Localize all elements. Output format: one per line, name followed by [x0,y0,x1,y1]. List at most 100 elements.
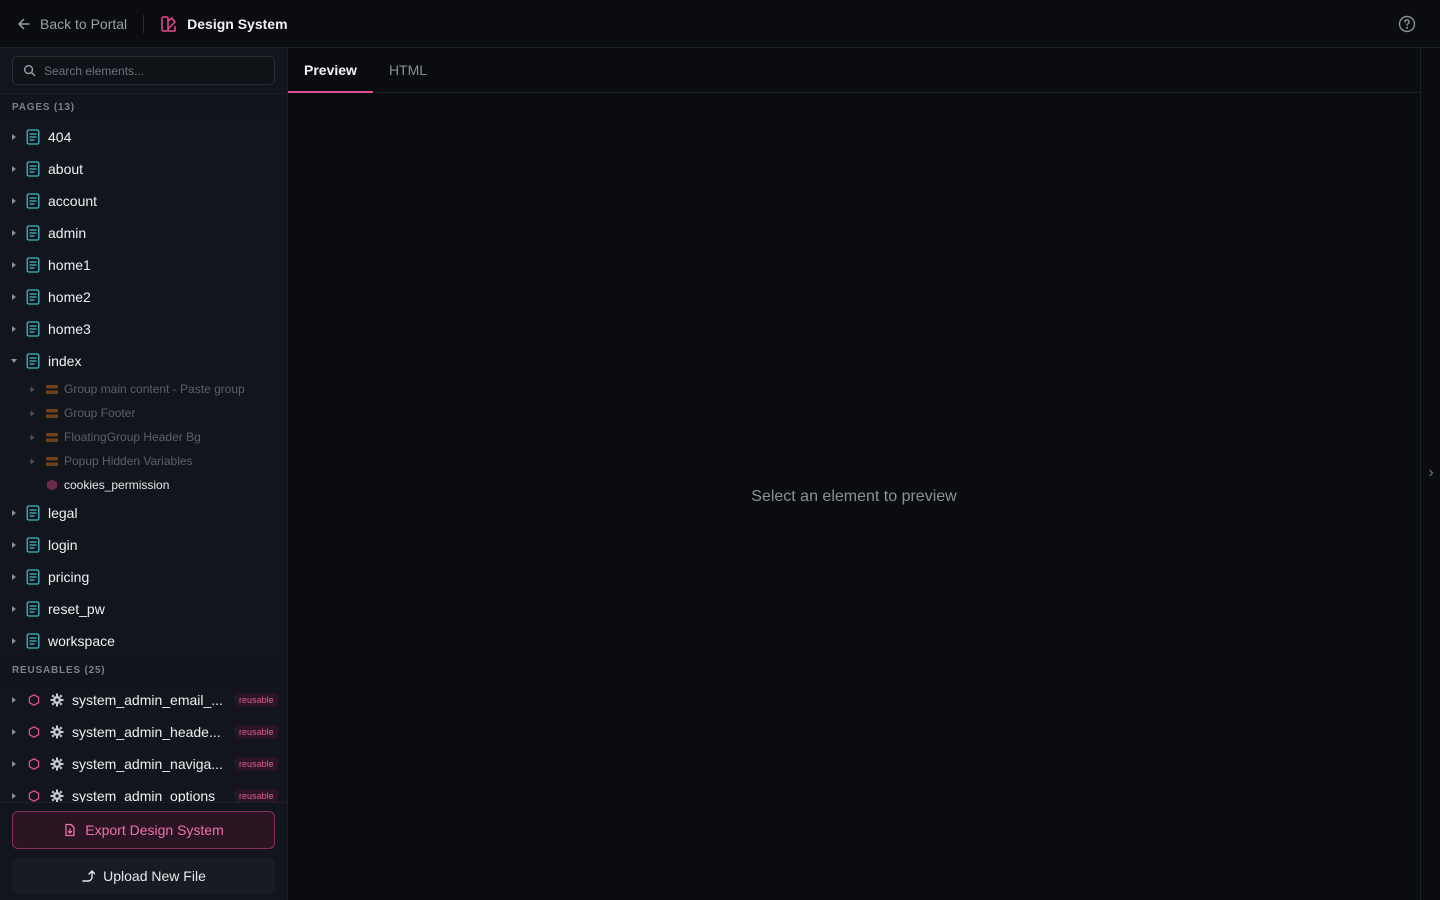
reusable-item-label: system_admin_options [72,788,216,802]
help-icon[interactable] [1398,15,1416,33]
arrow-left-icon [18,18,30,29]
chevron-right-icon[interactable] [10,541,18,549]
page-item-label: index [48,353,82,369]
page-item[interactable]: home1 [0,249,287,281]
chevron-right-icon[interactable] [10,325,18,333]
page-icon [26,193,40,209]
page-item-label: login [48,537,78,553]
chevron-right-icon[interactable] [10,605,18,613]
search-area [0,48,287,94]
page-icon [26,289,40,305]
chevron-right-icon[interactable] [10,792,18,800]
reusable-badge: reusable [235,693,278,707]
gear-icon [50,757,64,771]
chevron-down-icon[interactable] [10,357,18,365]
page-icon [26,505,40,521]
page-item[interactable]: home3 [0,313,287,345]
chevron-right-icon[interactable] [10,133,18,141]
group-item[interactable]: FloatingGroup Header Bg [0,425,287,449]
group-item[interactable]: Group Footer [0,401,287,425]
reusable-item-label: system_admin_email_... [72,692,223,708]
file-export-icon [65,823,75,837]
search-input[interactable] [44,63,254,78]
page-item[interactable]: legal [0,497,287,529]
page-icon [26,129,40,145]
chevron-right-icon[interactable] [10,165,18,173]
group-item-label: Popup Hidden Variables [64,454,193,468]
group-icon [46,408,58,418]
chevron-right-icon[interactable] [10,197,18,205]
reusable-badge: reusable [235,789,278,802]
group-item-label: Group main content - Paste group [64,382,245,396]
page-item[interactable]: home2 [0,281,287,313]
chevron-right-icon[interactable] [10,573,18,581]
chevron-right-icon[interactable] [29,458,36,465]
divider [143,14,145,33]
tab-html[interactable]: HTML [373,47,443,92]
hexagon-icon [28,694,40,706]
page-icon [26,161,40,177]
page-item-label: account [48,193,98,209]
group-item[interactable]: Group main content - Paste group [0,377,287,401]
preview-tabs: Preview HTML [288,48,1420,93]
page-item[interactable]: login [0,529,287,561]
app-brand: Design System [160,15,288,33]
page-icon [26,537,40,553]
chevron-right-icon[interactable] [10,261,18,269]
page-item[interactable]: account [0,185,287,217]
page-item-label: workspace [48,633,115,649]
group-item-label: FloatingGroup Header Bg [64,430,201,444]
page-item-label: 404 [48,129,72,145]
chevron-right-icon[interactable] [10,229,18,237]
page-item[interactable]: 404 [0,121,287,153]
page-item-label: home1 [48,257,91,273]
chevron-right-icon[interactable] [10,696,18,704]
page-item-label: admin [48,225,87,241]
chevron-right-icon[interactable] [10,760,18,768]
chevron-right-icon[interactable] [29,410,36,417]
page-icon [26,601,40,617]
tab-preview[interactable]: Preview [288,47,373,93]
reusable-item[interactable]: system_admin_email_... reusable [0,684,287,716]
upload-label: Upload New File [103,867,206,884]
top-bar: Back to Portal Design System [0,0,1440,48]
tab-html-label: HTML [388,61,428,78]
chevron-right-icon[interactable] [29,386,36,393]
page-item[interactable]: admin [0,217,287,249]
back-to-portal-link[interactable]: Back to Portal [16,16,127,32]
reusable-badge: reusable [235,725,278,739]
reusable-item[interactable]: system_admin_heade... reusable [0,716,287,748]
chevron-right-icon[interactable] [1427,468,1435,478]
chevron-right-icon[interactable] [10,637,18,645]
page-item[interactable]: pricing [0,561,287,593]
component-cube-icon [47,479,57,491]
reusable-child-item[interactable]: cookies_permission [0,473,287,497]
upload-new-file-button[interactable]: Upload New File [12,857,275,894]
reusable-item[interactable]: system_admin_options reusable [0,780,287,802]
chevron-right-icon[interactable] [10,728,18,736]
page-item[interactable]: workspace [0,625,287,657]
page-item-label: about [48,161,84,177]
back-to-portal-label: Back to Portal [40,15,128,32]
search-icon [23,64,36,77]
chevron-right-icon[interactable] [10,293,18,301]
page-item[interactable]: reset_pw [0,593,287,625]
reusable-item-label: system_admin_heade... [72,724,221,740]
page-icon [26,225,40,241]
export-design-system-button[interactable]: Export Design System [12,811,275,849]
page-item[interactable]: about [0,153,287,185]
reusable-child-label: cookies_permission [64,478,170,492]
reusable-item-label: system_admin_naviga... [72,756,223,772]
chevron-right-icon[interactable] [29,434,36,441]
page-item-label: legal [48,505,78,521]
element-tree: PAGES (13) 404 about account admin home1 home… [0,94,287,802]
search-box[interactable] [12,56,275,85]
chevron-right-icon[interactable] [10,509,18,517]
group-item[interactable]: Popup Hidden Variables [0,449,287,473]
group-icon [46,384,58,394]
page-item[interactable]: index [0,345,287,377]
sidebar-footer: Export Design System Upload New File [0,802,287,900]
reusable-item[interactable]: system_admin_naviga... reusable [0,748,287,780]
reusable-badge: reusable [235,757,278,771]
page-item-label: home3 [48,321,91,337]
